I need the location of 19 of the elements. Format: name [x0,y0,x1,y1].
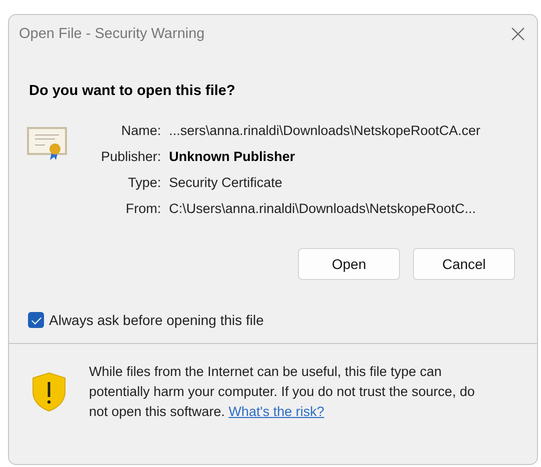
risk-link[interactable]: What's the risk? [228,404,324,419]
field-label: From: [124,201,161,216]
checkbox[interactable] [28,312,44,328]
field-value: C:\Users\anna.rinaldi\Downloads\NetskopeRootC... [169,201,477,216]
open-button[interactable]: Open [298,248,400,280]
field-value: Unknown Publisher [169,149,296,164]
checkbox-label: Always ask before opening this file [49,312,264,328]
field-label: Type: [126,175,161,190]
field-value: ...sers\anna.rinaldi\Downloads\NetskopeRootCA.cer [169,123,480,138]
warning-shield-icon [31,372,67,412]
close-icon[interactable] [511,27,525,41]
window-title: Open File - Security Warning [19,26,205,42]
cancel-button[interactable]: Cancel [413,248,515,280]
field-label: Name: [120,123,161,138]
warning-message: While files from the Internet can be useful, this file type can potentially harm your computer. If you do not trust the source, do not open this software. What's the risk? [89,363,476,421]
certificate-icon [27,127,69,163]
dialog-heading: Do you want to open this file? [29,83,236,99]
field-value: Security Certificate [169,175,284,190]
field-label: Publisher: [100,149,161,164]
